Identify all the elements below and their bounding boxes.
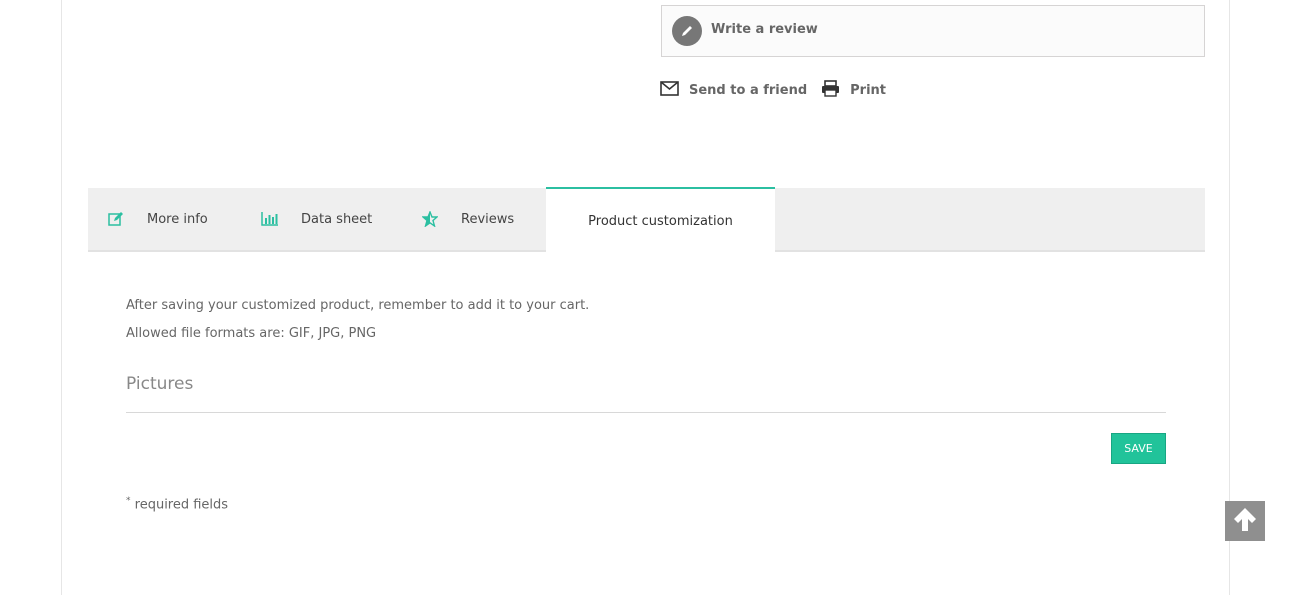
printer-icon [821,79,840,101]
tab-reviews[interactable]: Reviews [420,188,514,250]
back-to-top-button[interactable] [1225,501,1265,541]
bar-chart-icon [260,209,280,229]
pencil-icon [672,16,702,46]
tab-product-customization[interactable]: Product customization [546,187,775,253]
tab-more-info[interactable]: More info [106,188,208,250]
write-review-label: Write a review [711,22,818,37]
save-button[interactable]: SAVE [1111,433,1166,464]
required-fields-note: * required fields [126,496,228,512]
send-to-friend-label: Send to a friend [689,82,808,98]
star-icon [420,209,440,229]
write-review-box[interactable]: Write a review [661,5,1205,57]
divider [126,412,1166,413]
customization-note: After saving your customized product, re… [126,298,590,313]
social-actions: Send to a friend Print [660,78,900,102]
allowed-formats-text: Allowed file formats are: GIF, JPG, PNG [126,326,377,341]
required-fields-label: required fields [134,497,229,513]
pictures-heading: Pictures [126,374,194,394]
envelope-icon [660,80,679,100]
tab-data-sheet[interactable]: Data sheet [260,188,372,250]
required-asterisk: * [126,496,131,506]
product-tabs: More info Data sheet Reviews Product cus… [88,187,1205,253]
tab-data-sheet-label: Data sheet [301,211,373,227]
tab-reviews-label: Reviews [461,211,515,227]
print-link[interactable]: Print [821,79,887,101]
edit-icon [106,209,126,229]
tab-product-customization-label: Product customization [588,213,733,229]
tab-more-info-label: More info [147,211,208,227]
print-label: Print [850,82,887,98]
send-to-friend-link[interactable]: Send to a friend [660,80,808,100]
arrow-up-icon [1231,505,1259,537]
